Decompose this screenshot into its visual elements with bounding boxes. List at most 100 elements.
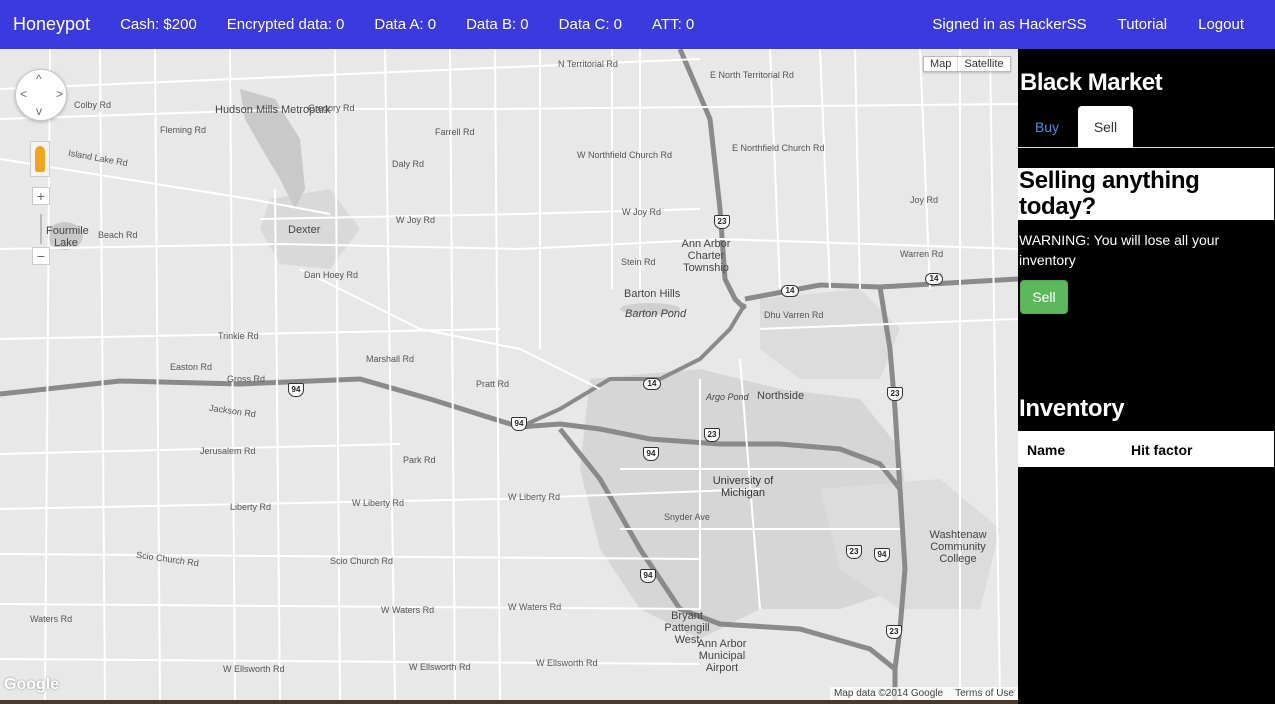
- road-label: W Ellsworth Rd: [536, 658, 598, 668]
- nav-right: Signed in as HackerSS Tutorial Logout: [932, 16, 1275, 33]
- data-a-stat: Data A: 0: [374, 16, 437, 33]
- zoom-in-button[interactable]: +: [32, 187, 50, 205]
- terms-of-use-link[interactable]: Terms of Use: [955, 688, 1014, 699]
- map-data-credit: Map data ©2014 Google: [833, 688, 944, 699]
- cash-stat: Cash: $200: [120, 16, 197, 33]
- road-label: E Northfield Church Rd: [732, 143, 825, 153]
- road-label: Beach Rd: [98, 230, 138, 240]
- zoom-out-button[interactable]: −: [32, 247, 50, 265]
- road-label: Daly Rd: [392, 159, 425, 169]
- road-label: W Joy Rd: [396, 215, 436, 225]
- road-label: Park Rd: [403, 455, 436, 465]
- road-label: W Waters Rd: [508, 602, 562, 612]
- black-market-sidebar: Black Market Buy Sell Selling anything t…: [1018, 49, 1275, 704]
- data-b-stat: Data B: 0: [466, 16, 529, 33]
- map-type-satellite-button[interactable]: Satellite: [957, 57, 1009, 71]
- road-label: Marshall Rd: [366, 354, 415, 364]
- place-fourmile-lake: Fourmile Lake: [46, 225, 89, 249]
- place-ann-arbor-township: Ann Arbor Charter Township: [681, 238, 731, 274]
- place-northside: Northside: [757, 390, 805, 402]
- map-type-map-button[interactable]: Map: [924, 57, 957, 71]
- road-label: Jerusalem Rd: [200, 446, 256, 456]
- place-dexter: Dexter: [288, 224, 321, 236]
- map-attribution: Map data ©2014 Google Terms of Use: [829, 687, 1018, 700]
- sell-warning: WARNING: You will lose all your inventor…: [1019, 232, 1220, 268]
- road-label: Dan Hoey Rd: [304, 270, 359, 280]
- street-view-pegman-icon[interactable]: [30, 141, 50, 177]
- black-market-title: Black Market: [1020, 69, 1163, 96]
- pan-down-icon[interactable]: v: [36, 104, 42, 118]
- road-label: Scio Church Rd: [330, 556, 394, 566]
- road-label: Gross Rd: [227, 374, 266, 384]
- sell-heading: Selling anything today?: [1018, 168, 1274, 220]
- state-route-shield: 14: [643, 378, 661, 390]
- road-label: W Ellsworth Rd: [223, 664, 285, 674]
- tutorial-link[interactable]: Tutorial: [1118, 16, 1167, 33]
- place-barton-pond: Barton Pond: [625, 308, 687, 320]
- road-label: Joy Rd: [910, 195, 939, 205]
- place-university-of-michigan: University of Michigan: [712, 475, 774, 499]
- road-label: E North Territorial Rd: [710, 70, 794, 80]
- inventory-title: Inventory: [1019, 395, 1125, 422]
- road-label: Dhu Varren Rd: [764, 310, 824, 320]
- logout-link[interactable]: Logout: [1198, 16, 1244, 33]
- road-label: Liberty Rd: [230, 502, 272, 512]
- interstate-shield: 23: [887, 387, 903, 401]
- bottom-strip: [0, 700, 1018, 704]
- interstate-shield: 94: [643, 447, 659, 461]
- place-airport: Ann Arbor Municipal Airport: [697, 638, 747, 674]
- business-route-shield: 23: [846, 545, 862, 559]
- interstate-shield: 94: [874, 548, 890, 562]
- map-canvas[interactable]: Hudson Mills Metropark Dexter Fourmile L…: [0, 49, 1018, 700]
- road-label: Snyder Ave: [664, 512, 710, 522]
- road-label: W Liberty Rd: [508, 492, 561, 502]
- state-route-shield: 14: [781, 285, 799, 297]
- att-stat: ATT: 0: [652, 16, 695, 33]
- road-label: Stein Rd: [621, 257, 656, 267]
- interstate-shield: 23: [886, 625, 902, 639]
- interstate-shield: 94: [640, 569, 656, 583]
- interstate-shield: 23: [714, 215, 730, 229]
- place-washtenaw-college: Washtenaw Community College: [929, 529, 987, 565]
- interstate-shield: 94: [288, 383, 304, 397]
- column-name: Name: [1027, 442, 1066, 458]
- road-label: Pratt Rd: [476, 379, 510, 389]
- state-route-shield: 14: [925, 273, 943, 285]
- road-label: Farrell Rd: [435, 127, 475, 137]
- road-label: W Liberty Rd: [352, 498, 405, 508]
- zoom-slider[interactable]: [40, 214, 42, 244]
- place-argo-pond: Argo Pond: [706, 392, 749, 402]
- road-label: W Waters Rd: [381, 605, 435, 615]
- map-type-control: Map Satellite: [923, 56, 1011, 72]
- pan-left-icon[interactable]: <: [20, 87, 27, 101]
- brand-logo[interactable]: Honeypot: [13, 14, 90, 35]
- road-label: W Ellsworth Rd: [409, 662, 471, 672]
- signed-in-label: Signed in as HackerSS: [932, 16, 1087, 33]
- road-label: Easton Rd: [170, 362, 213, 372]
- road-label: Warren Rd: [900, 249, 944, 259]
- data-c-stat: Data C: 0: [558, 16, 623, 33]
- pan-up-icon[interactable]: ^: [36, 72, 42, 86]
- interstate-shield: 94: [511, 417, 527, 431]
- sell-button[interactable]: Sell: [1020, 280, 1068, 314]
- road-label: W Northfield Church Rd: [577, 150, 673, 160]
- road-label: Gregory Rd: [308, 103, 355, 113]
- place-barton-hills: Barton Hills: [624, 288, 681, 300]
- tab-sell[interactable]: Sell: [1078, 106, 1133, 148]
- road-label: N Territorial Rd: [558, 59, 618, 69]
- google-logo: Google: [4, 676, 60, 693]
- interstate-shield: 23: [704, 428, 720, 442]
- pan-control[interactable]: ^ v < >: [15, 69, 67, 121]
- inventory-table-header: Name Hit factor: [1018, 431, 1274, 467]
- column-hit-factor: Hit factor: [1131, 442, 1193, 458]
- road-label: Colby Rd: [74, 100, 112, 110]
- top-navbar: Honeypot Cash: $200 Encrypted data: 0 Da…: [0, 0, 1275, 49]
- pan-right-icon[interactable]: >: [56, 87, 63, 101]
- road-label: W Joy Rd: [622, 207, 662, 217]
- tab-buy[interactable]: Buy: [1018, 106, 1076, 148]
- market-tabs: Buy Sell: [1018, 106, 1274, 148]
- road-label: Trinkle Rd: [218, 331, 259, 341]
- road-label: Fleming Rd: [160, 125, 207, 135]
- encrypted-data-stat: Encrypted data: 0: [226, 16, 345, 33]
- road-label: Waters Rd: [30, 614, 73, 624]
